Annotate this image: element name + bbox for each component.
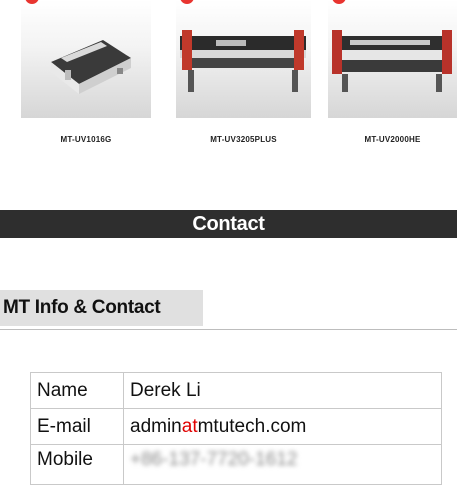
product-card[interactable]: MT-UV1016G: [21, 0, 151, 160]
mobile-label: Mobile: [30, 444, 124, 485]
table-row: Mobile +86-137-7720-1612: [30, 444, 442, 485]
hybrid-printer-icon: [332, 30, 452, 92]
contact-title: Contact: [192, 213, 265, 235]
mobile-number: +86-137-7720-1612: [130, 449, 298, 470]
product-gallery: MT-UV1016G MT-UV3205PLUS MT-UV2000HE: [0, 0, 457, 160]
table-row: Name Derek Li: [30, 372, 442, 409]
info-heading: MT Info & Contact: [0, 290, 203, 326]
contact-table: Name Derek Li E-mail adminatmtutech.com …: [30, 372, 442, 485]
table-row: E-mail adminatmtutech.com: [30, 408, 442, 445]
email-user: admin: [130, 415, 182, 437]
email-value[interactable]: adminatmtutech.com: [123, 408, 442, 445]
product-image[interactable]: [176, 0, 311, 118]
email-domain: mtutech.com: [197, 415, 307, 437]
contact-section-bar: Contact: [0, 210, 457, 238]
product-name[interactable]: MT-UV1016G: [21, 135, 151, 144]
divider: [0, 329, 457, 330]
roll-printer-icon: [180, 30, 306, 92]
product-image[interactable]: [21, 0, 151, 118]
product-card[interactable]: MT-UV3205PLUS: [176, 0, 311, 160]
product-image[interactable]: [328, 0, 457, 118]
name-value: Derek Li: [123, 372, 442, 409]
product-name[interactable]: MT-UV3205PLUS: [176, 135, 311, 144]
name-label: Name: [30, 372, 124, 409]
flatbed-printer-icon: [51, 40, 131, 94]
product-card[interactable]: MT-UV2000HE: [328, 0, 457, 160]
email-label: E-mail: [30, 408, 124, 445]
product-name[interactable]: MT-UV2000HE: [328, 135, 457, 144]
email-at: at: [181, 415, 198, 437]
mobile-value: +86-137-7720-1612: [123, 444, 442, 485]
info-heading-text: MT Info & Contact: [3, 297, 161, 318]
